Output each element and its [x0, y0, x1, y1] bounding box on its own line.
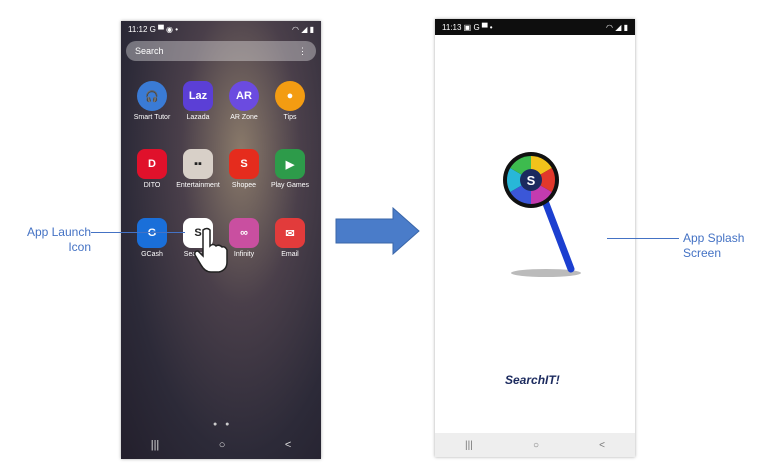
app-glyph-icon: ●	[275, 81, 305, 111]
launch-callout-line	[91, 232, 185, 233]
app-glyph-icon: ✉	[275, 218, 305, 248]
app-label: Smart Tutor	[133, 114, 171, 121]
search-input[interactable]: Search ⋮	[126, 41, 316, 61]
status-time: 11:13	[442, 22, 462, 32]
brand-name: SearchIT!	[505, 373, 560, 387]
home-button[interactable]: ○	[533, 440, 539, 451]
splash-callout: App Splash Screen	[683, 231, 744, 261]
app-label: Shopee	[231, 182, 257, 189]
transition-arrow-icon	[335, 207, 420, 255]
status-icons-right: ◠ ◢ ▮	[292, 24, 314, 34]
app-glyph-icon: 🎧	[137, 81, 167, 111]
app-label: Tips	[283, 114, 297, 121]
app-icon-6[interactable]: S Shopee	[221, 149, 267, 189]
status-time: 11:12	[128, 24, 148, 34]
launch-callout-line2: Icon	[68, 240, 91, 254]
status-icons-right: ◠ ◢ ▮	[606, 22, 628, 32]
status-bar: 11:13 ▣ G ▀ • ◠ ◢ ▮	[435, 19, 635, 35]
back-button[interactable]: <	[285, 439, 291, 451]
page-indicator: ● ●	[213, 421, 233, 428]
app-icon-2[interactable]: AR AR Zone	[221, 81, 267, 121]
hand-pointer-icon	[194, 227, 228, 273]
app-icon-0[interactable]: 🎧 Smart Tutor	[129, 81, 175, 121]
app-glyph-icon: D	[137, 149, 167, 179]
app-glyph-icon: ▶	[275, 149, 305, 179]
status-icons: ▣ G ▀ •	[463, 22, 493, 32]
app-glyph-icon: Laz	[183, 81, 213, 111]
menu-icon[interactable]: ⋮	[298, 46, 307, 57]
status-bar: 11:12 G ▀ ◉ • ◠ ◢ ▮	[121, 21, 321, 37]
recents-button[interactable]: |||	[465, 440, 473, 451]
app-icon-8[interactable]: G GCash	[129, 218, 175, 258]
launch-callout-line1: App Launch	[26, 225, 91, 239]
app-glyph-icon: AR	[229, 81, 259, 111]
app-label: GCash	[141, 251, 163, 258]
app-label: Entertainment	[176, 182, 220, 189]
app-label: AR Zone	[230, 114, 258, 121]
home-button[interactable]: ○	[219, 439, 226, 451]
searchit-logo: S	[503, 152, 581, 277]
app-label: Play Games	[270, 182, 310, 189]
nav-bar: ||| ○ <	[435, 433, 635, 457]
status-icons: G ▀ ◉ •	[149, 24, 179, 34]
app-icon-1[interactable]: Laz Lazada	[175, 81, 221, 121]
logo-letter: S	[527, 173, 536, 188]
app-glyph-icon: ▪▪	[183, 149, 213, 179]
splash-screen-phone: 11:13 ▣ G ▀ • ◠ ◢ ▮ S SearchIT! ||| ○ <	[435, 19, 635, 457]
app-icon-5[interactable]: ▪▪ Entertainment	[175, 149, 221, 189]
splash-callout-line2: Screen	[683, 246, 722, 260]
app-label: Lazada	[186, 114, 210, 121]
app-label: DITO	[143, 182, 161, 189]
app-icon-4[interactable]: D DITO	[129, 149, 175, 189]
search-placeholder: Search	[135, 46, 164, 56]
app-glyph-icon: G	[137, 218, 167, 248]
home-screen-phone: 11:12 G ▀ ◉ • ◠ ◢ ▮ Search ⋮ 🎧 Smart Tuto…	[121, 21, 321, 459]
app-glyph-icon: S	[229, 149, 259, 179]
splash-callout-line	[607, 238, 679, 239]
app-icon-11[interactable]: ✉ Email	[267, 218, 313, 258]
app-icon-7[interactable]: ▶ Play Games	[267, 149, 313, 189]
recents-button[interactable]: |||	[151, 439, 160, 451]
launch-callout: App Launch Icon	[21, 225, 91, 255]
splash-callout-line1: App Splash	[683, 231, 745, 245]
app-icon-3[interactable]: ● Tips	[267, 81, 313, 121]
app-glyph-icon: ∞	[229, 218, 259, 248]
nav-bar: ||| ○ <	[121, 431, 321, 459]
back-button[interactable]: <	[599, 440, 605, 451]
app-label: Email	[281, 251, 299, 258]
